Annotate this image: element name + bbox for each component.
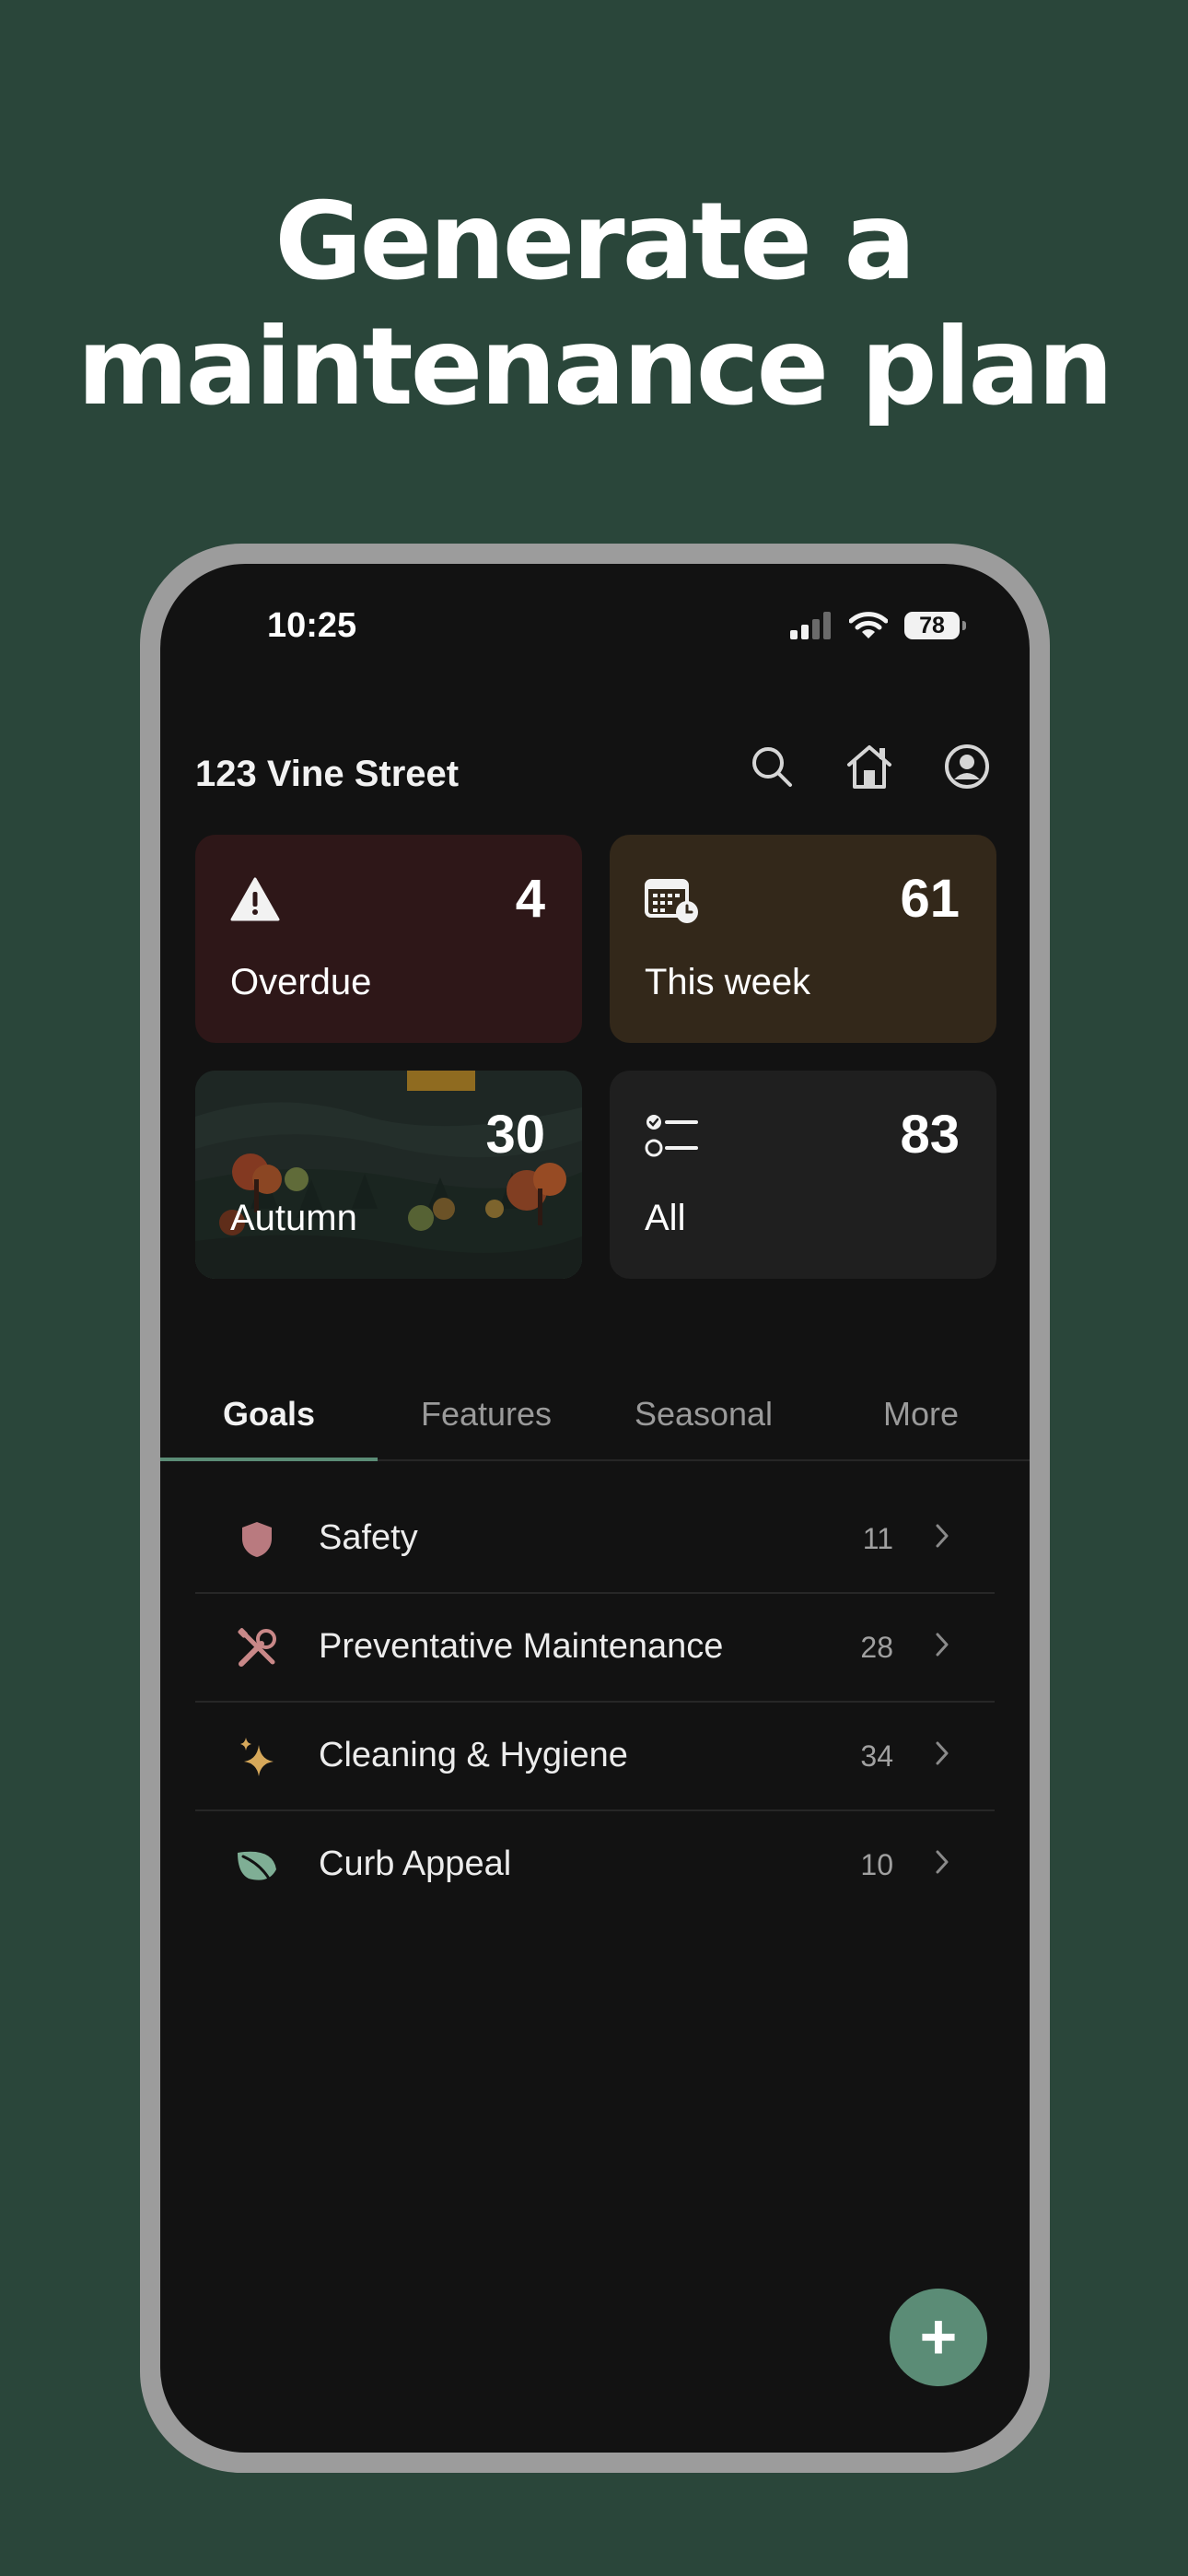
leaf-icon-wrap [236,1844,278,1887]
all-count: 83 [900,1105,960,1165]
profile-button[interactable] [939,739,995,794]
chevron-right-icon [936,1633,949,1657]
goal-list: Safety 11 Preventative Maintenance 28 Cl… [195,1485,995,1918]
add-button[interactable]: + [890,2289,987,2386]
wifi-icon [849,612,888,638]
cellular-signal-icon [790,612,831,639]
leaf-icon [238,1851,276,1880]
autumn-landscape-image [195,1071,582,1279]
tab-seasonal[interactable]: Seasonal [595,1395,812,1434]
autumn-card[interactable]: 30 Autumn [195,1071,582,1279]
overdue-count: 4 [515,869,545,929]
this-week-card[interactable]: 61 This week [610,835,996,1043]
goal-count: 10 [860,1848,893,1881]
goal-label: Preventative Maintenance [319,1627,724,1666]
goal-count: 28 [860,1631,893,1664]
tools-icon [238,1628,276,1667]
chevron-right-icon [936,1524,949,1548]
header: 123 Vine Street [195,739,995,809]
this-week-label: This week [645,962,811,1002]
headline-line-1: Generate a [274,180,915,304]
list-item-cleaning-hygiene[interactable]: Cleaning & Hygiene 34 [195,1703,995,1811]
tab-goals[interactable]: Goals [160,1395,378,1434]
warning-icon [230,877,280,921]
autumn-label: Autumn [230,1198,357,1238]
overdue-label: Overdue [230,962,372,1002]
autumn-count: 30 [485,1105,545,1165]
search-button[interactable] [744,739,799,794]
sparkle-icon [240,1738,274,1776]
address-title[interactable]: 123 Vine Street [195,754,459,795]
status-time: 10:25 [267,606,357,645]
battery-indicator: 78 [904,612,966,639]
goal-label: Curb Appeal [319,1844,512,1883]
tab-bar: Goals Features Seasonal More [160,1375,1030,1461]
active-tab-indicator [160,1458,378,1461]
goal-count: 34 [860,1739,893,1773]
headline-line-2: maintenance plan [76,305,1114,429]
calendar-clock-icon [645,879,698,923]
tab-features[interactable]: Features [378,1395,595,1434]
shield-icon-wrap [236,1518,278,1561]
home-button[interactable] [842,739,897,794]
tools-icon-wrap [236,1627,278,1669]
goal-count: 11 [862,1522,893,1555]
shield-icon [242,1522,272,1557]
overdue-card[interactable]: 4 Overdue [195,835,582,1043]
list-item-safety[interactable]: Safety 11 [195,1485,995,1594]
all-card[interactable]: 83 All [610,1071,996,1279]
checklist-icon [645,1115,698,1157]
profile-icon [945,744,989,789]
goal-label: Safety [319,1518,418,1557]
status-icons: 78 [790,610,966,641]
chevron-right-icon [936,1850,949,1874]
search-icon [752,747,792,787]
status-bar: 10:25 78 [160,564,1030,693]
header-actions [744,739,995,794]
this-week-count: 61 [900,869,960,929]
phone-screen: 10:25 78 123 Vine Street 4 Overdue 61 Th… [160,564,1030,2453]
tab-more[interactable]: More [812,1395,1030,1434]
list-item-preventative-maintenance[interactable]: Preventative Maintenance 28 [195,1594,995,1703]
home-icon [847,745,891,789]
all-label: All [645,1198,686,1238]
sparkle-icon-wrap [236,1736,278,1778]
list-item-curb-appeal[interactable]: Curb Appeal 10 [195,1811,995,1918]
chevron-right-icon [936,1741,949,1765]
goal-label: Cleaning & Hygiene [319,1736,628,1774]
headline: Generate a maintenance plan [0,180,1188,430]
